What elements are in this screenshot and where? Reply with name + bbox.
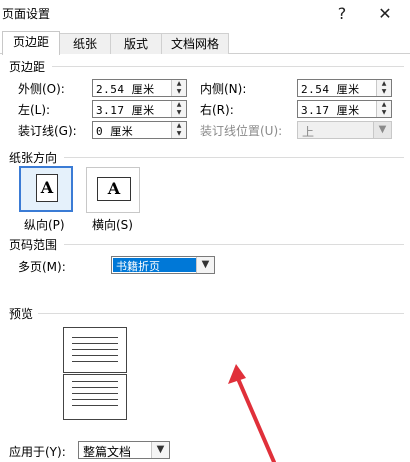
pages-heading: 页码范围 <box>9 238 58 252</box>
spin-down-icon[interactable]: ▼ <box>377 88 391 96</box>
landscape-button[interactable]: A <box>86 167 140 213</box>
left-spin-arrows[interactable]: ▲ ▼ <box>171 101 186 117</box>
landscape-label[interactable]: 横向(S) <box>92 216 133 233</box>
outer-margin-spinner[interactable]: 2.54 厘米 ▲ ▼ <box>92 79 187 97</box>
inner-spin-arrows[interactable]: ▲ ▼ <box>376 80 391 96</box>
preview-page-top <box>63 327 127 373</box>
spin-up-icon[interactable]: ▲ <box>172 122 186 130</box>
tab-layout[interactable]: 版式 <box>110 33 162 54</box>
spin-up-icon[interactable]: ▲ <box>172 101 186 109</box>
gutter-label: 装订线(G): <box>18 124 77 138</box>
dialog-title: 页面设置 <box>2 7 51 21</box>
margins-heading: 页边距 <box>9 60 46 74</box>
spin-down-icon[interactable]: ▼ <box>377 109 391 117</box>
annotation-arrow-icon <box>228 364 276 462</box>
tab-document-grid[interactable]: 文档网格 <box>161 33 229 54</box>
multiple-pages-label: 多页(M): <box>18 260 66 274</box>
inner-margin-value: 2.54 厘米 <box>301 83 360 96</box>
tab-paper[interactable]: 纸张 <box>59 33 111 54</box>
gutter-spin-arrows[interactable]: ▲ ▼ <box>171 122 186 138</box>
preview-heading: 预览 <box>9 307 34 321</box>
preview-separator <box>38 313 404 314</box>
tab-margins[interactable]: 页边距 <box>2 31 60 55</box>
gutter-position-label: 装订线位置(U): <box>200 124 283 138</box>
inner-margin-spinner[interactable]: 2.54 厘米 ▲ ▼ <box>297 79 392 97</box>
spin-up-icon[interactable]: ▲ <box>377 80 391 88</box>
pages-separator <box>64 244 404 245</box>
left-label: 左(L): <box>18 103 51 117</box>
right-margin-spinner[interactable]: 3.17 厘米 ▲ ▼ <box>297 100 392 118</box>
outer-label: 外侧(O): <box>18 82 65 96</box>
gutter-value: 0 厘米 <box>96 125 134 138</box>
gutter-position-value: 上 <box>302 125 315 139</box>
multiple-pages-select[interactable]: 书籍折页 ▼ <box>111 256 215 274</box>
margins-separator <box>52 66 404 67</box>
spin-up-icon[interactable]: ▲ <box>377 101 391 109</box>
apply-to-label: 应用于(Y): <box>9 445 66 459</box>
apply-to-value: 整篇文档 <box>83 445 132 459</box>
portrait-label[interactable]: 纵向(P) <box>24 216 65 233</box>
portrait-button[interactable]: A <box>19 166 73 212</box>
left-margin-spinner[interactable]: 3.17 厘米 ▲ ▼ <box>92 100 187 118</box>
orientation-heading: 纸张方向 <box>9 151 58 165</box>
close-button[interactable]: ✕ <box>372 2 398 26</box>
landscape-page-icon: A <box>97 177 131 201</box>
right-label: 右(R): <box>200 103 234 117</box>
gutter-position-select[interactable]: 上 ▼ <box>297 121 392 139</box>
multiple-pages-value: 书籍折页 <box>116 260 160 273</box>
outer-margin-value: 2.54 厘米 <box>96 83 155 96</box>
spin-up-icon[interactable]: ▲ <box>172 80 186 88</box>
chevron-down-icon[interactable]: ▼ <box>373 122 391 138</box>
spin-down-icon[interactable]: ▼ <box>172 109 186 117</box>
apply-to-select[interactable]: 整篇文档 ▼ <box>78 441 170 459</box>
inner-label: 内侧(N): <box>200 82 247 96</box>
left-margin-value: 3.17 厘米 <box>96 104 155 117</box>
portrait-page-icon: A <box>36 174 58 202</box>
chevron-down-icon[interactable]: ▼ <box>151 442 169 458</box>
outer-spin-arrows[interactable]: ▲ ▼ <box>171 80 186 96</box>
spin-down-icon[interactable]: ▼ <box>172 130 186 138</box>
preview-page-bottom <box>63 374 127 420</box>
help-button[interactable]: ? <box>329 2 355 26</box>
right-margin-value: 3.17 厘米 <box>301 104 360 117</box>
right-spin-arrows[interactable]: ▲ ▼ <box>376 101 391 117</box>
orientation-separator <box>64 157 404 158</box>
spin-down-icon[interactable]: ▼ <box>172 88 186 96</box>
gutter-spinner[interactable]: 0 厘米 ▲ ▼ <box>92 121 187 139</box>
chevron-down-icon[interactable]: ▼ <box>196 257 214 273</box>
